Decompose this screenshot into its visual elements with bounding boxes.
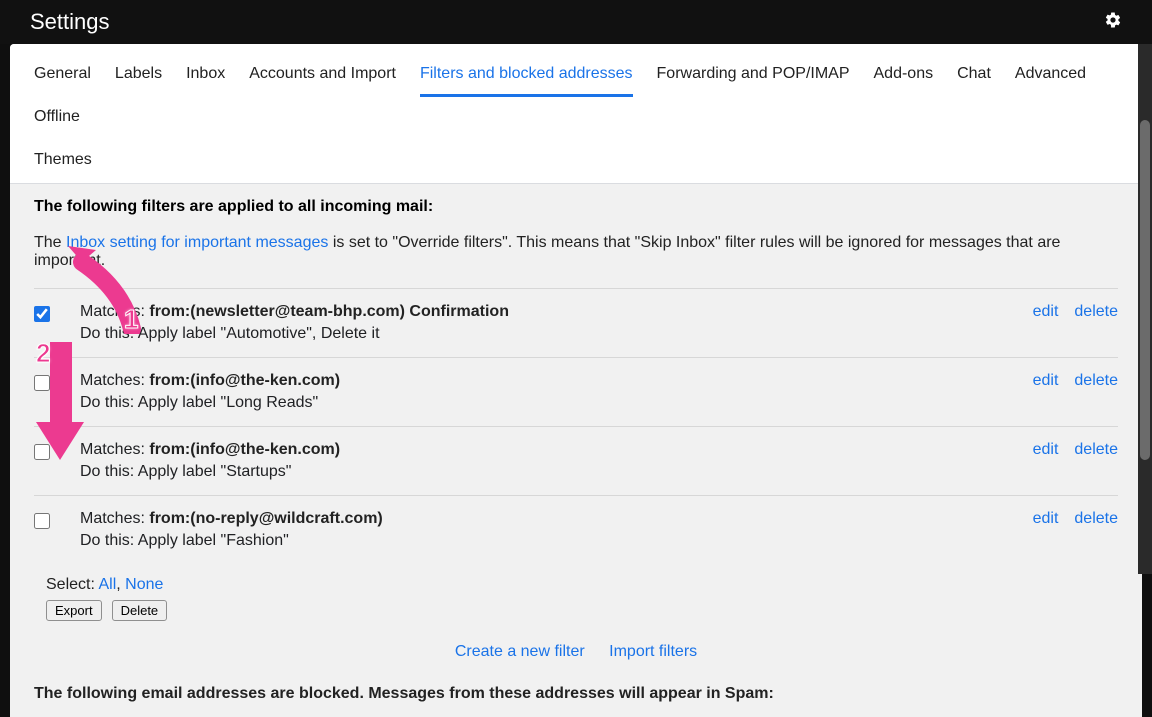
filters-content: The following filters are applied to all…: [10, 184, 1142, 717]
matches-value: from:(info@the-ken.com): [149, 441, 340, 458]
select-prefix: Select:: [46, 576, 98, 593]
filter-row: Matches: from:(no-reply@wildcraft.com) Do…: [34, 495, 1118, 564]
blocked-addresses-heading: The following email addresses are blocke…: [34, 685, 1118, 703]
filter-row: Matches: from:(info@the-ken.com) Do this:…: [34, 426, 1118, 495]
scrollbar[interactable]: [1138, 44, 1152, 574]
filter-body: Matches: from:(newsletter@team-bhp.com) …: [80, 303, 1033, 343]
filter-checkbox[interactable]: [34, 513, 50, 529]
tab-general[interactable]: General: [34, 54, 91, 97]
settings-panel: General Labels Inbox Accounts and Import Fil…: [10, 44, 1142, 717]
filter-actions: edit delete: [1033, 441, 1118, 459]
gear-icon[interactable]: [1104, 11, 1122, 34]
matches-prefix: Matches:: [80, 303, 149, 320]
matches-prefix: Matches:: [80, 441, 149, 458]
delete-link[interactable]: delete: [1074, 372, 1118, 390]
edit-link[interactable]: edit: [1033, 510, 1059, 528]
annotation-number-1: 1: [124, 304, 138, 335]
tab-themes[interactable]: Themes: [34, 140, 92, 183]
edit-link[interactable]: edit: [1033, 372, 1059, 390]
filter-bottom-links: Create a new filter Import filters: [34, 643, 1118, 661]
tab-forwarding-and-pop-imap[interactable]: Forwarding and POP/IMAP: [657, 54, 850, 97]
filters-intro-heading: The following filters are applied to all…: [34, 198, 1118, 216]
do-this-line: Do this: Apply label "Startups": [80, 463, 1033, 481]
tab-advanced[interactable]: Advanced: [1015, 54, 1086, 97]
scrollbar-thumb[interactable]: [1140, 120, 1150, 460]
edit-link[interactable]: edit: [1033, 441, 1059, 459]
tab-add-ons[interactable]: Add-ons: [874, 54, 934, 97]
filter-actions: edit delete: [1033, 372, 1118, 390]
filters-list: Matches: from:(newsletter@team-bhp.com) …: [34, 288, 1118, 564]
filter-body: Matches: from:(info@the-ken.com) Do this:…: [80, 372, 1033, 412]
matches-value: from:(info@the-ken.com): [149, 372, 340, 389]
matches-prefix: Matches:: [80, 372, 149, 389]
tab-filters-and-blocked-addresses[interactable]: Filters and blocked addresses: [420, 54, 633, 97]
settings-header: Settings: [0, 0, 1152, 44]
filter-actions: edit delete: [1033, 510, 1118, 528]
do-this-line: Do this: Apply label "Automotive", Delet…: [80, 325, 1033, 343]
settings-tabs: General Labels Inbox Accounts and Import Fil…: [10, 44, 1142, 184]
bulk-action-buttons: Export Delete: [46, 600, 1118, 621]
do-this-line: Do this: Apply label "Fashion": [80, 532, 1033, 550]
select-row: Select: All, None: [46, 576, 1118, 594]
matches-prefix: Matches:: [80, 510, 149, 527]
delete-button[interactable]: Delete: [112, 600, 168, 621]
filter-checkbox[interactable]: [34, 375, 50, 391]
filter-row: Matches: from:(newsletter@team-bhp.com) …: [34, 288, 1118, 357]
filter-actions: edit delete: [1033, 303, 1118, 321]
inbox-setting-prefix: The: [34, 234, 66, 251]
inbox-setting-link[interactable]: Inbox setting for important messages: [66, 234, 328, 251]
select-none-link[interactable]: None: [125, 576, 163, 593]
tab-labels[interactable]: Labels: [115, 54, 162, 97]
delete-link[interactable]: delete: [1074, 441, 1118, 459]
create-filter-link[interactable]: Create a new filter: [455, 643, 585, 660]
tab-inbox[interactable]: Inbox: [186, 54, 225, 97]
import-filters-link[interactable]: Import filters: [609, 643, 697, 660]
delete-link[interactable]: delete: [1074, 510, 1118, 528]
filter-body: Matches: from:(info@the-ken.com) Do this:…: [80, 441, 1033, 481]
page-title: Settings: [30, 9, 110, 35]
filter-checkbox[interactable]: [34, 306, 50, 322]
delete-link[interactable]: delete: [1074, 303, 1118, 321]
tab-accounts-and-import[interactable]: Accounts and Import: [249, 54, 396, 97]
do-this-line: Do this: Apply label "Long Reads": [80, 394, 1033, 412]
tab-chat[interactable]: Chat: [957, 54, 991, 97]
export-button[interactable]: Export: [46, 600, 102, 621]
inbox-setting-notice: The Inbox setting for important messages…: [34, 234, 1118, 270]
filter-body: Matches: from:(no-reply@wildcraft.com) Do…: [80, 510, 1033, 550]
tab-offline[interactable]: Offline: [34, 97, 80, 140]
select-all-link[interactable]: All: [98, 576, 116, 593]
edit-link[interactable]: edit: [1033, 303, 1059, 321]
matches-value: from:(no-reply@wildcraft.com): [149, 510, 382, 527]
annotation-number-2: 2: [36, 338, 50, 369]
matches-value: from:(newsletter@team-bhp.com) Confirmat…: [149, 303, 509, 320]
filter-row: Matches: from:(info@the-ken.com) Do this:…: [34, 357, 1118, 426]
filter-checkbox[interactable]: [34, 444, 50, 460]
